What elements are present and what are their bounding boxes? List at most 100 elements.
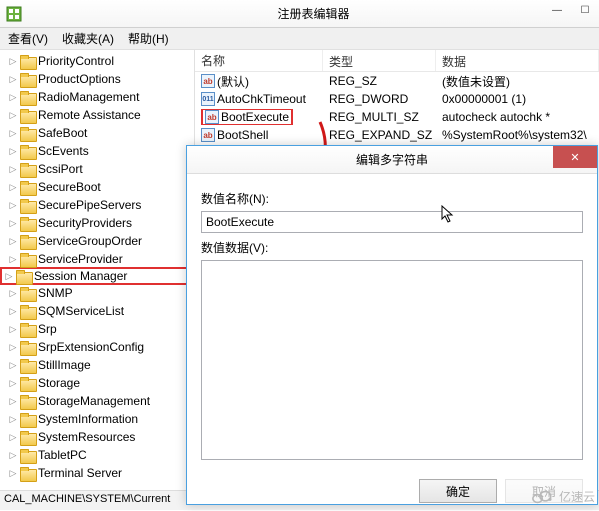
tree-label: TabletPC	[38, 448, 87, 462]
header-type[interactable]: 类型	[323, 50, 436, 71]
menu-favorites[interactable]: 收藏夹(A)	[58, 28, 118, 49]
tree-label: SNMP	[38, 286, 73, 300]
tree-item[interactable]: ▷ SNMP	[0, 284, 194, 302]
expander-icon[interactable]: ▷	[4, 271, 14, 281]
tree-item[interactable]: ▷ SecurePipeServers	[0, 196, 194, 214]
tree-label: Session Manager	[34, 269, 127, 283]
folder-icon	[20, 287, 35, 300]
maximize-button[interactable]: ☐	[571, 0, 599, 20]
tree-item[interactable]: ▷ServiceProvider	[0, 250, 194, 268]
expander-icon[interactable]: ▷	[8, 236, 18, 246]
value-type: REG_SZ	[323, 74, 436, 88]
ok-button[interactable]: 确定	[419, 479, 497, 503]
folder-icon	[20, 449, 35, 462]
tree-item[interactable]: ▷SQMServiceList	[0, 302, 194, 320]
window-title: 注册表编辑器	[28, 5, 599, 22]
folder-icon	[20, 323, 35, 336]
menu-view[interactable]: 查看(V)	[4, 28, 52, 49]
folder-icon	[20, 395, 35, 408]
tree-item[interactable]: ▷RadioManagement	[0, 88, 194, 106]
expander-icon[interactable]: ▷	[8, 74, 18, 84]
value-data: (数值未设置)	[436, 73, 599, 90]
expander-icon[interactable]: ▷	[8, 324, 18, 334]
value-type: REG_EXPAND_SZ	[323, 128, 436, 142]
list-row[interactable]: 011AutoChkTimeoutREG_DWORD0x00000001 (1)	[195, 90, 599, 108]
expander-icon[interactable]: ▷	[8, 450, 18, 460]
minimize-button[interactable]: —	[543, 0, 571, 20]
value-name: AutoChkTimeout	[217, 92, 306, 106]
header-data[interactable]: 数据	[436, 50, 599, 71]
tree-item[interactable]: ▷SecurityProviders	[0, 214, 194, 232]
listview-header: 名称 类型 数据	[195, 50, 599, 72]
expander-icon[interactable]: ▷	[8, 182, 18, 192]
folder-icon	[20, 91, 35, 104]
list-row[interactable]: abBootShellREG_EXPAND_SZ%SystemRoot%\sys…	[195, 126, 599, 144]
expander-icon[interactable]: ▷	[8, 164, 18, 174]
value-data: %SystemRoot%\system32\	[436, 128, 599, 142]
tree-item[interactable]: ▷SrpExtensionConfig	[0, 338, 194, 356]
tree-item[interactable]: ▷ Storage	[0, 374, 194, 392]
cancel-button[interactable]: 取消	[505, 479, 583, 503]
tree-label: Remote Assistance	[38, 108, 141, 122]
tree-item[interactable]: ▷SystemInformation	[0, 410, 194, 428]
folder-icon	[20, 73, 35, 86]
menu-help[interactable]: 帮助(H)	[124, 28, 173, 49]
app-icon	[6, 6, 22, 22]
registry-tree[interactable]: ▷ PriorityControl ▷ProductOptions▷RadioMan…	[0, 50, 195, 490]
tree-item[interactable]: ▷SecureBoot	[0, 178, 194, 196]
edit-multistring-dialog: 编辑多字符串 ✕ 数值名称(N): 数值数据(V): 确定 取消	[186, 145, 598, 505]
tree-item[interactable]: ▷ScsiPort	[0, 160, 194, 178]
folder-icon	[20, 199, 35, 212]
tree-item[interactable]: ▷ Remote Assistance	[0, 106, 194, 124]
expander-icon[interactable]: ▷	[8, 288, 18, 298]
value-name: BootShell	[217, 128, 268, 142]
expander-icon[interactable]: ▷	[8, 146, 18, 156]
value-type: REG_DWORD	[323, 92, 436, 106]
expander-icon[interactable]: ▷	[8, 396, 18, 406]
expander-icon[interactable]: ▷	[8, 56, 18, 66]
folder-icon	[20, 109, 35, 122]
expander-icon[interactable]: ▷	[8, 200, 18, 210]
expander-icon[interactable]: ▷	[8, 342, 18, 352]
value-icon: 011	[201, 92, 215, 106]
folder-icon	[20, 55, 35, 68]
tree-item[interactable]: ▷Srp	[0, 320, 194, 338]
expander-icon[interactable]: ▷	[8, 378, 18, 388]
header-name[interactable]: 名称	[195, 50, 323, 71]
expander-icon[interactable]: ▷	[8, 128, 18, 138]
value-data-label: 数值数据(V):	[201, 239, 583, 256]
tree-item[interactable]: ▷ScEvents	[0, 142, 194, 160]
expander-icon[interactable]: ▷	[8, 414, 18, 424]
tree-label: SecurePipeServers	[38, 198, 141, 212]
tree-item[interactable]: ▷ProductOptions	[0, 70, 194, 88]
tree-item[interactable]: ▷StorageManagement	[0, 392, 194, 410]
tree-item[interactable]: ▷ SystemResources	[0, 428, 194, 446]
expander-icon[interactable]: ▷	[8, 468, 18, 478]
expander-icon[interactable]: ▷	[8, 360, 18, 370]
tree-item[interactable]: ▷ServiceGroupOrder	[0, 232, 194, 250]
expander-icon[interactable]: ▷	[8, 110, 18, 120]
tree-label: SystemResources	[38, 430, 135, 444]
list-row[interactable]: ab(默认)REG_SZ(数值未设置)	[195, 72, 599, 90]
tree-item[interactable]: ▷ Terminal Server	[0, 464, 194, 482]
tree-item[interactable]: ▷ TabletPC	[0, 446, 194, 464]
expander-icon[interactable]: ▷	[8, 306, 18, 316]
folder-icon	[20, 217, 35, 230]
tree-item[interactable]: ▷ PriorityControl	[0, 52, 194, 70]
list-row[interactable]: abBootExecuteREG_MULTI_SZautocheck autoc…	[195, 108, 599, 126]
tree-label: PriorityControl	[38, 54, 114, 68]
tree-item[interactable]: ▷ StillImage	[0, 356, 194, 374]
tree-label: Terminal Server	[38, 466, 122, 480]
tree-item[interactable]: ▷SafeBoot	[0, 124, 194, 142]
expander-icon[interactable]: ▷	[8, 218, 18, 228]
dialog-titlebar: 编辑多字符串 ✕	[187, 146, 597, 174]
tree-label: Storage	[38, 376, 80, 390]
value-data-textarea[interactable]	[201, 260, 583, 460]
tree-item[interactable]: ▷ Session Manager	[0, 267, 194, 285]
dialog-close-button[interactable]: ✕	[553, 146, 597, 168]
expander-icon[interactable]: ▷	[8, 92, 18, 102]
value-name-input[interactable]	[201, 211, 583, 233]
expander-icon[interactable]: ▷	[8, 432, 18, 442]
tree-label: StillImage	[38, 358, 91, 372]
expander-icon[interactable]: ▷	[8, 254, 18, 264]
